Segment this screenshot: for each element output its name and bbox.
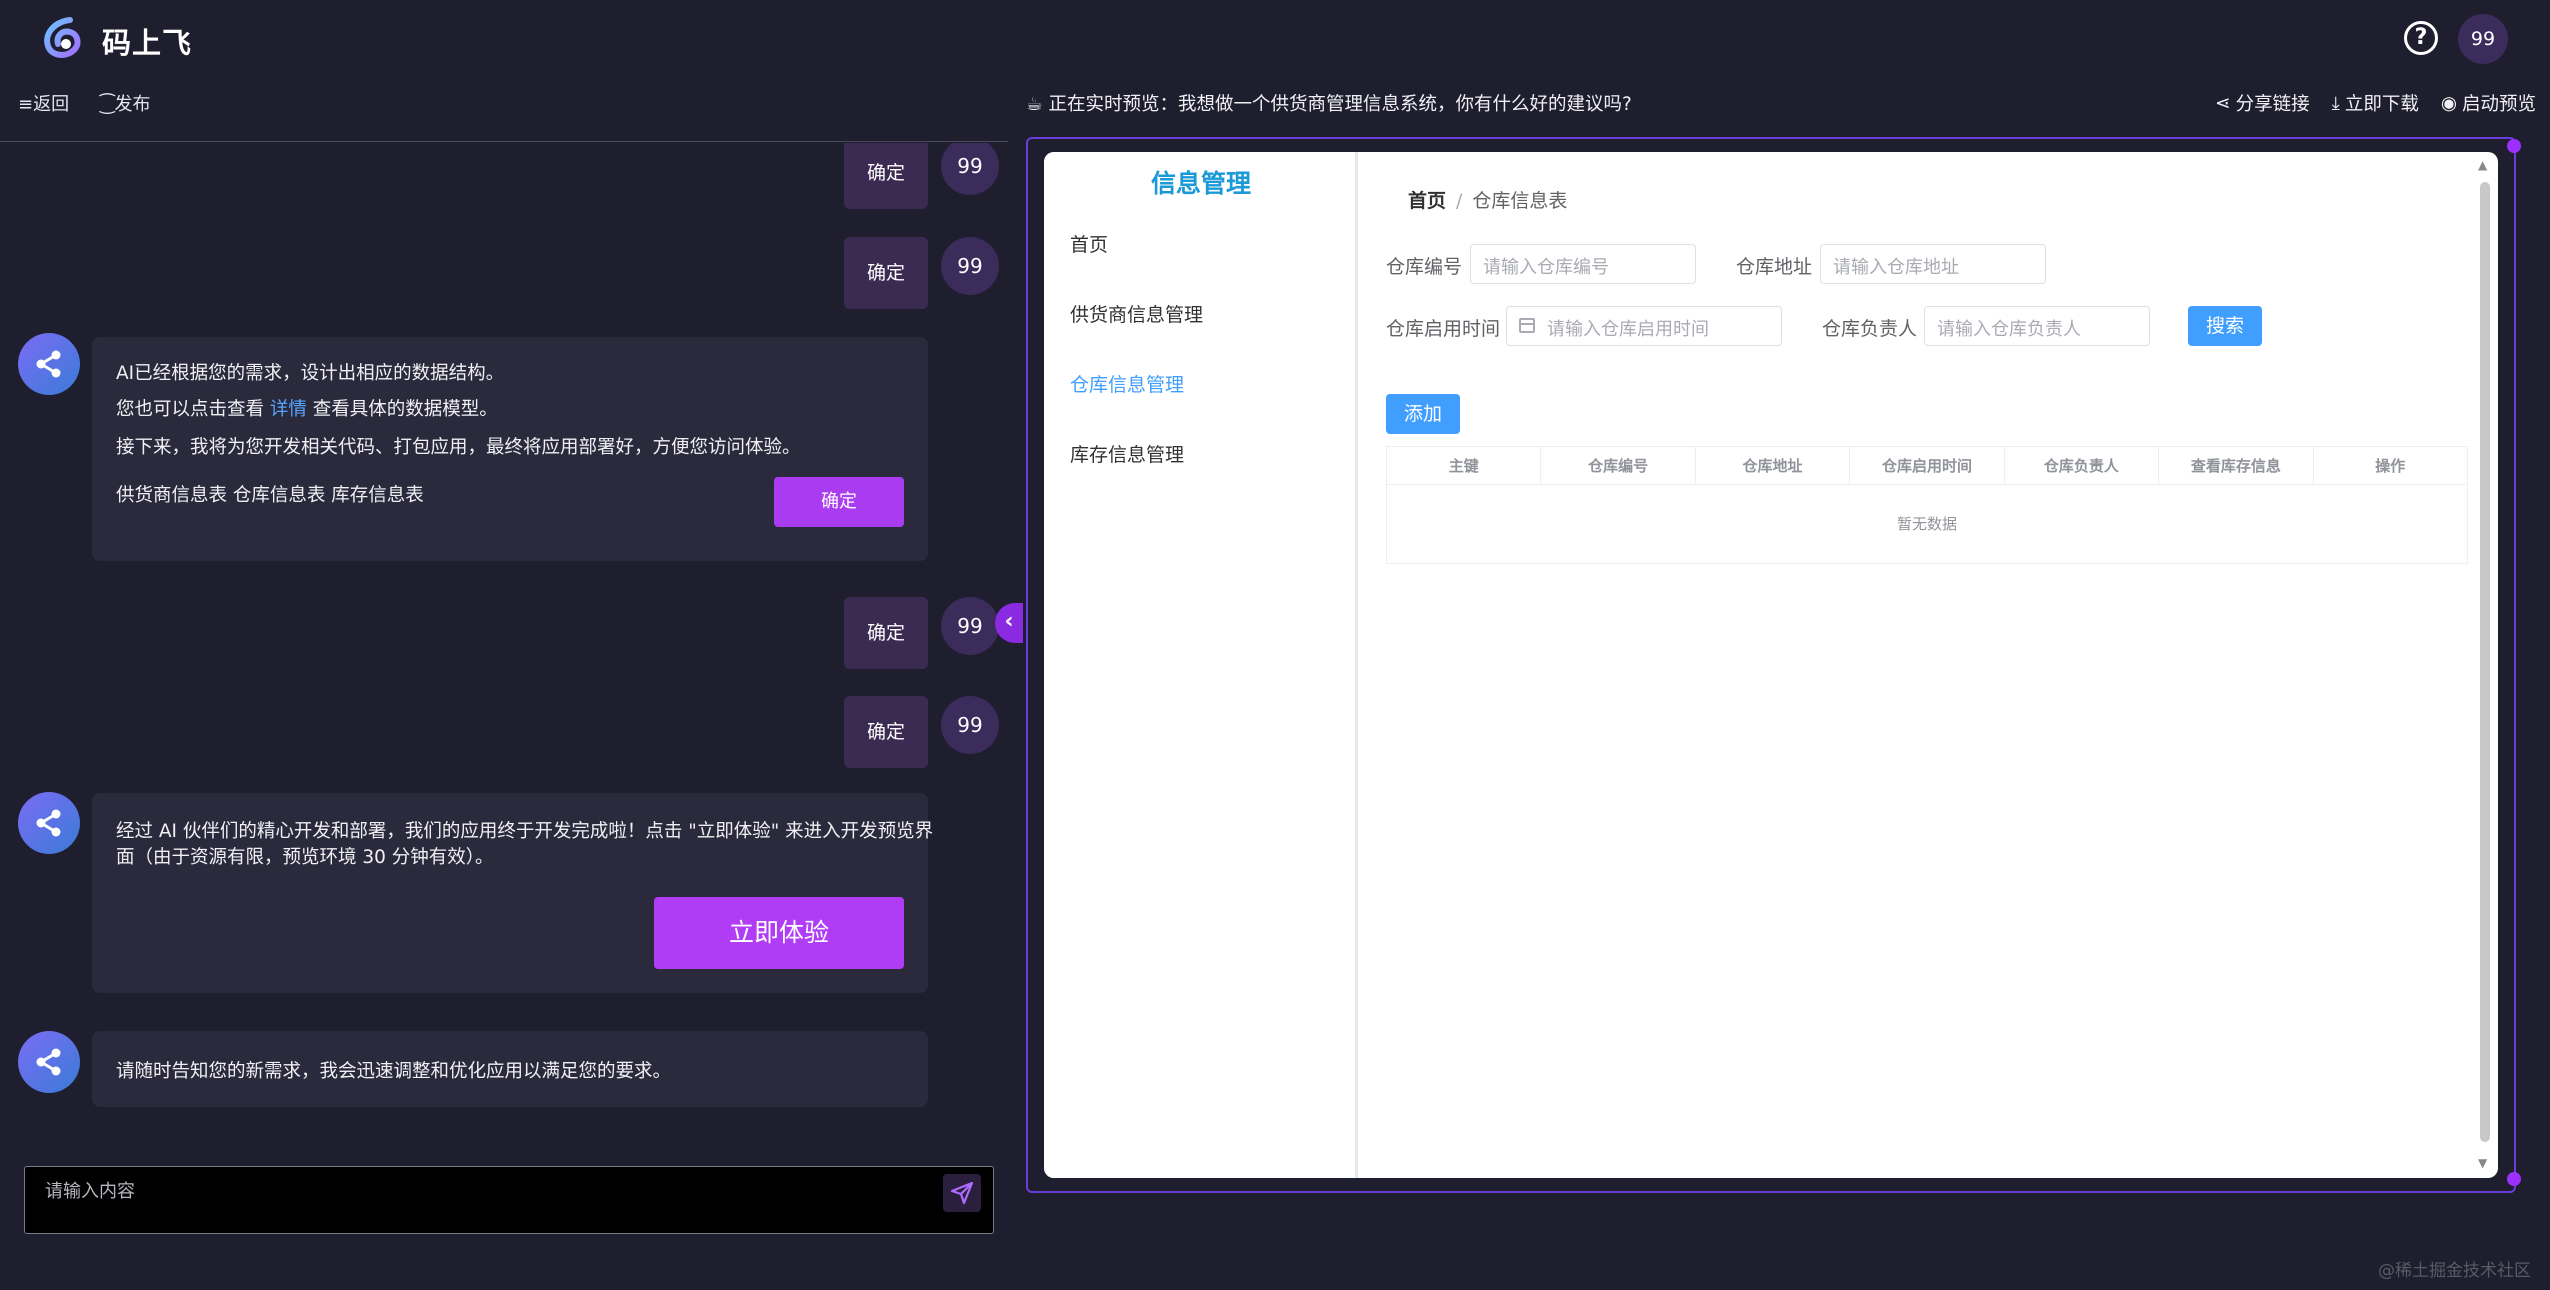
share-icon: ⋖ — [2215, 92, 2231, 114]
scroll-down-icon[interactable]: ▼ — [2478, 1156, 2487, 1170]
send-icon — [950, 1181, 974, 1205]
user-avatar: 99 — [941, 143, 999, 195]
inner-sidebar: 信息管理 首页 供货商信息管理 仓库信息管理 库存信息管理 — [1044, 152, 1358, 1178]
warehouse-date-label: 仓库启用时间 — [1386, 318, 1501, 340]
column-header: 仓库启用时间 — [1850, 447, 2005, 484]
user-avatar: 99 — [941, 237, 999, 295]
user-avatar[interactable]: 99 — [2458, 14, 2508, 64]
ai-avatar — [18, 1031, 80, 1093]
share-icon — [36, 350, 61, 378]
publish-button[interactable]: ⁐发布 — [100, 90, 150, 116]
warehouse-code-placeholder: 请输入仓库编号 — [1483, 257, 1609, 278]
send-button[interactable] — [943, 1174, 981, 1212]
ai-message-text: 您也可以点击查看 详情 查看具体的数据模型。 — [116, 395, 498, 421]
search-button[interactable]: 搜索 — [2188, 306, 2262, 346]
breadcrumb-home[interactable]: 首页 — [1408, 190, 1446, 212]
chat-history[interactable]: 确定 99 确定 99 AI已经根据您的需求，设计出相应的数据结构。 您也可以点… — [0, 143, 1008, 1143]
user-avatar: 99 — [941, 696, 999, 754]
download-label: 立即下载 — [2344, 94, 2419, 115]
ai-message-text-part: 查看具体的数据模型。 — [306, 399, 498, 420]
warehouse-code-label: 仓库编号 — [1386, 256, 1463, 278]
table-header: 主键 仓库编号 仓库地址 仓库启用时间 仓库负责人 查看库存信息 操作 — [1387, 447, 2467, 485]
warehouse-owner-label: 仓库负责人 — [1822, 318, 1918, 340]
user-avatar: 99 — [941, 597, 999, 655]
column-header: 仓库地址 — [1696, 447, 1851, 484]
preview-icon: ☕ — [1026, 94, 1043, 115]
ai-message-text: 经过 AI 伙伴们的精心开发和部署，我们的应用终于开发完成啦！点击 "立即体验"… — [116, 821, 934, 842]
chat-input-placeholder: 请输入内容 — [45, 1181, 135, 1202]
watermark: @稀土掘金技术社区 — [2378, 1261, 2531, 1281]
breadcrumb-separator: / — [1456, 190, 1463, 212]
download-button[interactable]: ⤓ 立即下载 — [2332, 90, 2419, 116]
help-icon[interactable]: ? — [2404, 21, 2438, 55]
ai-message-text-part: 您也可以点击查看 — [116, 399, 270, 420]
ai-message-text: 接下来，我将为您开发相关代码、打包应用，最终将应用部署好，方便您访问体验。 — [116, 437, 801, 458]
warehouse-owner-placeholder: 请输入仓库负责人 — [1937, 319, 2081, 340]
ai-avatar — [18, 792, 80, 854]
ai-message-card: 请随时告知您的新需求，我会迅速调整和优化应用以满足您的要求。 — [92, 1031, 928, 1107]
warehouse-address-placeholder: 请输入仓库地址 — [1833, 257, 1959, 278]
launch-preview-button[interactable]: ◉ 启动预览 — [2441, 90, 2536, 116]
try-now-button[interactable]: 立即体验 — [654, 897, 904, 969]
column-header: 仓库编号 — [1541, 447, 1696, 484]
play-circle-icon: ◉ — [2440, 92, 2457, 114]
app-logo-icon — [40, 16, 84, 60]
column-header: 主键 — [1387, 447, 1542, 484]
top-bar: 码上飞 ? 99 — [0, 0, 2550, 76]
preview-actions: ⋖ 分享链接 ⤓ 立即下载 ◉ 启动预览 — [2215, 90, 2536, 116]
scroll-up-icon[interactable]: ▲ — [2478, 158, 2487, 172]
breadcrumb: 首页 / 仓库信息表 — [1408, 186, 1567, 213]
inner-scrollbar[interactable] — [2480, 182, 2490, 1142]
menu-item-supplier[interactable]: 供货商信息管理 — [1070, 300, 1203, 327]
menu-item-home[interactable]: 首页 — [1070, 230, 1108, 257]
column-header: 操作 — [2375, 457, 2406, 475]
chat-toolbar: ≡返回 ⁐发布 — [0, 76, 1008, 142]
ai-message-text: AI已经根据您的需求，设计出相应的数据结构。 — [116, 363, 505, 384]
warehouse-date-picker[interactable]: 请输入仓库启用时间 — [1506, 306, 1782, 346]
column-header: 查看库存信息 — [2159, 447, 2314, 484]
add-button[interactable]: 添加 — [1386, 394, 1460, 434]
preview-header: ☕ 正在实时预览：我想做一个供货商管理信息系统，你有什么好的建议吗? ⋖ 分享链接… — [1026, 84, 2536, 124]
chat-input[interactable]: 请输入内容 — [24, 1166, 994, 1234]
share-icon — [36, 1048, 61, 1076]
ai-message-card: AI已经根据您的需求，设计出相应的数据结构。 您也可以点击查看 详情 查看具体的… — [92, 337, 928, 561]
ai-message-card: 经过 AI 伙伴们的精心开发和部署，我们的应用终于开发完成啦！点击 "立即体验"… — [92, 793, 933, 993]
ai-avatar — [18, 333, 80, 395]
preview-app[interactable]: 信息管理 首页 供货商信息管理 仓库信息管理 库存信息管理 首页 / 仓库信息表 仓… — [1044, 152, 2498, 1178]
back-button[interactable]: ≡返回 — [18, 90, 69, 116]
menu-item-warehouse[interactable]: 仓库信息管理 — [1070, 370, 1184, 397]
ai-message-text: 请随时告知您的新需求，我会迅速调整和优化应用以满足您的要求。 — [116, 1061, 672, 1082]
warehouse-address-input[interactable]: 请输入仓库地址 — [1820, 244, 2046, 284]
warehouse-code-input[interactable]: 请输入仓库编号 — [1470, 244, 1696, 284]
user-message: 确定 — [844, 597, 928, 669]
preview-title: ☕ 正在实时预览：我想做一个供货商管理信息系统，你有什么好的建议吗? — [1026, 90, 1632, 116]
warehouse-address-label: 仓库地址 — [1736, 256, 1813, 278]
confirm-button[interactable]: 确定 — [774, 477, 904, 527]
table-empty-text: 暂无数据 — [1896, 515, 1957, 533]
ai-message-text: 面（由于资源有限，预览环境 30 分钟有效）。 — [116, 847, 494, 868]
user-message: 确定 — [844, 237, 928, 309]
frame-corner — [2507, 1172, 2521, 1186]
inner-brand: 信息管理 — [1150, 169, 1251, 198]
frame-corner — [2507, 139, 2521, 153]
breadcrumb-current: 仓库信息表 — [1472, 190, 1568, 212]
share-link-button[interactable]: ⋖ 分享链接 — [2215, 90, 2310, 116]
inner-main: 首页 / 仓库信息表 仓库编号 请输入仓库编号 仓库地址 请输入仓库地址 仓库启用时… — [1362, 152, 2498, 1178]
calendar-icon — [1519, 318, 1535, 333]
share-icon — [36, 809, 61, 837]
download-icon: ⤓ — [2331, 92, 2340, 114]
launch-preview-label: 启动预览 — [2461, 94, 2536, 115]
share-link-label: 分享链接 — [2235, 94, 2310, 115]
warehouse-date-placeholder: 请输入仓库启用时间 — [1547, 319, 1709, 340]
details-link[interactable]: 详情 — [270, 399, 307, 420]
preview-title-text: 正在实时预览：我想做一个供货商管理信息系统，你有什么好的建议吗? — [1048, 94, 1632, 115]
column-header: 仓库负责人 — [2005, 447, 2160, 484]
user-message: 确定 — [844, 143, 928, 209]
app-title: 码上飞 — [102, 26, 193, 60]
menu-item-inventory[interactable]: 库存信息管理 — [1070, 440, 1184, 467]
warehouse-table: 主键 仓库编号 仓库地址 仓库启用时间 仓库负责人 查看库存信息 操作 暂无数据 — [1386, 446, 2468, 564]
warehouse-owner-input[interactable]: 请输入仓库负责人 — [1924, 306, 2150, 346]
table-list-text: 供货商信息表 仓库信息表 库存信息表 — [116, 485, 424, 506]
user-message: 确定 — [844, 696, 928, 768]
